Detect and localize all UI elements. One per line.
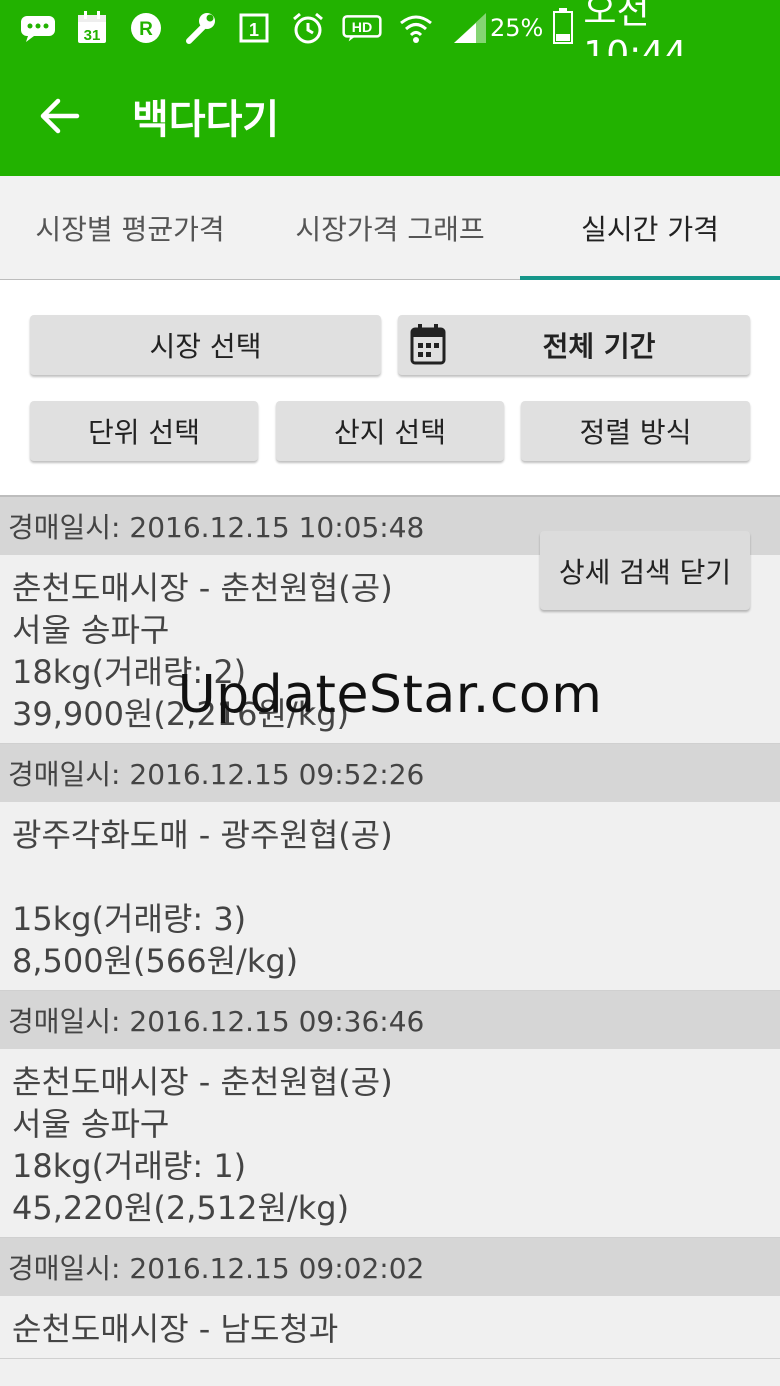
calendar-icon: 31: [72, 11, 112, 45]
chat-icon: [18, 11, 58, 45]
back-button[interactable]: [0, 56, 120, 176]
market-name: 순천도매시장 - 남도청과: [12, 1310, 339, 1348]
one-badge-text: 1: [249, 20, 259, 40]
record-header: 경매일시: 2016.12.15 09:02:02: [0, 1238, 780, 1296]
list-item[interactable]: 광주각화도매 - 광주원협(공) 15kg(거래량: 3) 8,500원(566…: [0, 802, 780, 991]
wifi-icon: [396, 11, 436, 45]
unit-volume: 18kg(거래량: 1): [12, 1147, 247, 1185]
origin-region: 서울 송파구: [12, 611, 170, 649]
market-name: 광주각화도매 - 광주원협(공): [12, 816, 393, 854]
arrow-left-icon: [40, 98, 80, 134]
period-button[interactable]: 전체 기간: [398, 315, 750, 375]
r-badge-text: R: [139, 19, 153, 40]
price: 45,220원(2,512원/kg): [12, 1189, 350, 1227]
hd-text: HD: [352, 20, 372, 36]
unit-volume: 15kg(거래량: 3): [12, 900, 247, 938]
tab-market-graph[interactable]: 시장가격 그래프: [260, 176, 520, 279]
record-header: 경매일시: 2016.12.15 09:36:46: [0, 991, 780, 1049]
filter-panel: 시장 선택 전체 기간 단위 선택 산지 선택 정렬 방식: [0, 280, 780, 496]
auction-results-list[interactable]: 경매일시: 2016.12.15 10:05:48 춘천도매시장 - 춘천원협(…: [0, 497, 780, 1386]
list-item[interactable]: 춘천도매시장 - 춘천원협(공) 서울 송파구 18kg(거래량: 1) 45,…: [0, 1049, 780, 1238]
record-header: 경매일시: 2016.12.15 09:52:26: [0, 744, 780, 802]
battery-percent: 25%: [490, 14, 544, 42]
signal-icon: [450, 11, 490, 45]
origin-select-button[interactable]: 산지 선택: [276, 401, 504, 461]
list-item[interactable]: 순천도매시장 - 남도청과: [0, 1296, 780, 1359]
hd-icon: HD: [342, 11, 382, 45]
wrench-icon: [180, 11, 220, 45]
app-bar: 백다다기: [0, 56, 780, 176]
price: 8,500원(566원/kg): [12, 942, 299, 980]
calendar-day-text: 31: [84, 27, 101, 44]
calendar-icon: [408, 323, 448, 374]
one-badge-icon: 1: [234, 11, 274, 45]
close-detail-search-button[interactable]: 상세 검색 닫기: [540, 531, 750, 610]
r-badge-icon: R: [126, 11, 166, 45]
page-title: 백다다기: [132, 97, 280, 143]
alarm-icon: [288, 11, 328, 45]
origin-region: 서울 송파구: [12, 1105, 170, 1143]
unit-select-button[interactable]: 단위 선택: [30, 401, 258, 461]
tab-realtime-price[interactable]: 실시간 가격: [520, 176, 780, 280]
tab-market-average[interactable]: 시장별 평균가격: [0, 176, 260, 279]
origin-region: [12, 856, 768, 898]
watermark: UpdateStar.com: [177, 665, 603, 725]
battery-icon: [553, 8, 574, 48]
market-select-button[interactable]: 시장 선택: [30, 315, 381, 375]
tab-bar: 시장별 평균가격 시장가격 그래프 실시간 가격: [0, 176, 780, 280]
market-name: 춘천도매시장 - 춘천원협(공): [12, 1063, 393, 1101]
period-label: 전체 기간: [542, 330, 656, 363]
sort-method-button[interactable]: 정렬 방식: [521, 401, 750, 461]
status-bar: 31 R 1 HD 25% 오전 10:44: [0, 0, 780, 75]
